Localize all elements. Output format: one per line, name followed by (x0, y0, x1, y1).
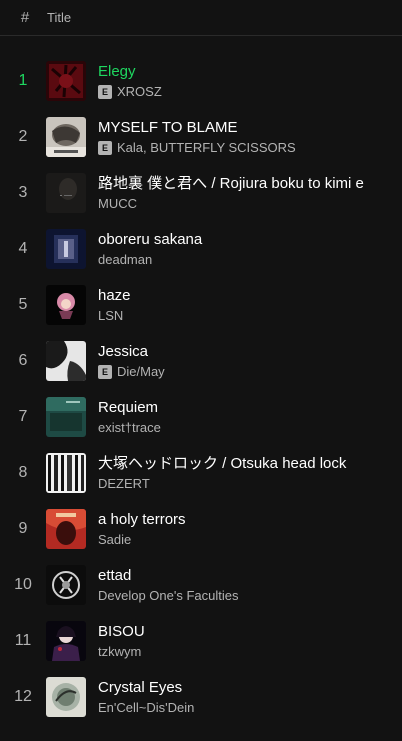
track-artists[interactable]: exist†trace (98, 420, 161, 436)
track-title[interactable]: Elegy (98, 62, 396, 81)
number-column-header[interactable]: # (0, 9, 50, 26)
track-artists[interactable]: XROSZ (117, 84, 162, 100)
track-title[interactable]: Crystal Eyes (98, 678, 396, 697)
track-meta: 大塚ヘッドロック / Otsuka head lock DEZERT (98, 454, 402, 492)
track-artists[interactable]: En'Cell~Dis'Dein (98, 700, 194, 716)
track-row[interactable]: 9 a holy terrors Sadie (0, 501, 402, 557)
track-artists[interactable]: tzkwym (98, 644, 141, 660)
album-cover-image[interactable] (46, 677, 86, 717)
track-artists[interactable]: Sadie (98, 532, 131, 548)
track-number: 4 (18, 240, 28, 257)
track-number: 7 (18, 408, 28, 425)
track-title[interactable]: haze (98, 286, 396, 305)
track-artists[interactable]: DEZERT (98, 476, 150, 492)
track-artists[interactable]: deadman (98, 252, 152, 268)
track-subtitle: DEZERT (98, 476, 396, 492)
track-meta: ettad Develop One's Faculties (98, 566, 402, 604)
explicit-badge: E (98, 365, 112, 379)
album-cover-image[interactable] (46, 453, 86, 493)
track-meta: Requiem exist†trace (98, 398, 402, 436)
title-column-header[interactable]: Title (47, 10, 71, 25)
track-number: 11 (14, 632, 32, 649)
track-meta: MYSELF TO BLAME E Kala, BUTTERFLY SCISSO… (98, 118, 402, 156)
album-cover-image[interactable] (46, 565, 86, 605)
track-row[interactable]: 8 大塚ヘッドロック / Otsuka head lock DEZERT (0, 445, 402, 501)
album-cover-image[interactable] (46, 229, 86, 269)
track-title[interactable]: Requiem (98, 398, 396, 417)
track-number: 12 (14, 688, 32, 705)
track-subtitle: E XROSZ (98, 84, 396, 100)
track-title[interactable]: Jessica (98, 342, 396, 361)
track-meta: a holy terrors Sadie (98, 510, 402, 548)
track-title[interactable]: 路地裏 僕と君へ / Rojiura boku to kimi e (98, 174, 396, 193)
album-cover-image[interactable] (46, 397, 86, 437)
track-title[interactable]: oboreru sakana (98, 230, 396, 249)
track-row[interactable]: 4 oboreru sakana deadman (0, 221, 402, 277)
track-artists[interactable]: MUCC (98, 196, 137, 212)
track-subtitle: En'Cell~Dis'Dein (98, 700, 396, 716)
explicit-badge: E (98, 141, 112, 155)
track-number: 8 (18, 464, 28, 481)
track-row[interactable]: 12 Crystal Eyes En'Cell~Dis'Dein (0, 669, 402, 725)
tracklist-header: # Title (0, 0, 402, 36)
track-subtitle: tzkwym (98, 644, 396, 660)
album-cover-image[interactable] (46, 61, 86, 101)
track-subtitle: E Kala, BUTTERFLY SCISSORS (98, 140, 396, 156)
track-number: 9 (18, 520, 28, 537)
track-meta: 路地裏 僕と君へ / Rojiura boku to kimi e MUCC (98, 174, 402, 212)
track-artists[interactable]: LSN (98, 308, 123, 324)
track-number: 1 (18, 72, 28, 89)
track-list: 1 Elegy E XROSZ 2 MYSELF TO BLAME E Kala… (0, 53, 402, 725)
track-meta: haze LSN (98, 286, 402, 324)
track-subtitle: deadman (98, 252, 396, 268)
track-row[interactable]: 5 haze LSN (0, 277, 402, 333)
track-subtitle: Develop One's Faculties (98, 588, 396, 604)
track-artists[interactable]: Kala, BUTTERFLY SCISSORS (117, 140, 296, 156)
track-subtitle: Sadie (98, 532, 396, 548)
track-title[interactable]: MYSELF TO BLAME (98, 118, 396, 137)
track-meta: BISOU tzkwym (98, 622, 402, 660)
track-row[interactable]: 11 BISOU tzkwym (0, 613, 402, 669)
track-title[interactable]: BISOU (98, 622, 396, 641)
track-title[interactable]: 大塚ヘッドロック / Otsuka head lock (98, 454, 396, 473)
track-row[interactable]: 10 ettad Develop One's Faculties (0, 557, 402, 613)
track-number: 2 (18, 128, 28, 145)
album-cover-image[interactable] (46, 509, 86, 549)
track-number: 5 (18, 296, 28, 313)
track-row[interactable]: 3 路地裏 僕と君へ / Rojiura boku to kimi e MUCC (0, 165, 402, 221)
track-title[interactable]: ettad (98, 566, 396, 585)
track-row[interactable]: 1 Elegy E XROSZ (0, 53, 402, 109)
album-cover-image[interactable] (46, 621, 86, 661)
track-subtitle: LSN (98, 308, 396, 324)
track-row[interactable]: 7 Requiem exist†trace (0, 389, 402, 445)
track-subtitle: MUCC (98, 196, 396, 212)
track-meta: Jessica E Die/May (98, 342, 402, 380)
track-title[interactable]: a holy terrors (98, 510, 396, 529)
album-cover-image[interactable] (46, 285, 86, 325)
track-number: 10 (14, 576, 32, 593)
album-cover-image[interactable] (46, 341, 86, 381)
track-artists[interactable]: Die/May (117, 364, 165, 380)
explicit-badge: E (98, 85, 112, 99)
track-number: 3 (18, 184, 28, 201)
track-meta: Crystal Eyes En'Cell~Dis'Dein (98, 678, 402, 716)
track-number: 6 (18, 352, 28, 369)
track-meta: Elegy E XROSZ (98, 62, 402, 100)
track-meta: oboreru sakana deadman (98, 230, 402, 268)
track-subtitle: exist†trace (98, 420, 396, 436)
album-cover-image[interactable] (46, 117, 86, 157)
track-subtitle: E Die/May (98, 364, 396, 380)
track-row[interactable]: 2 MYSELF TO BLAME E Kala, BUTTERFLY SCIS… (0, 109, 402, 165)
track-artists[interactable]: Develop One's Faculties (98, 588, 239, 604)
track-row[interactable]: 6 Jessica E Die/May (0, 333, 402, 389)
album-cover-image[interactable] (46, 173, 86, 213)
